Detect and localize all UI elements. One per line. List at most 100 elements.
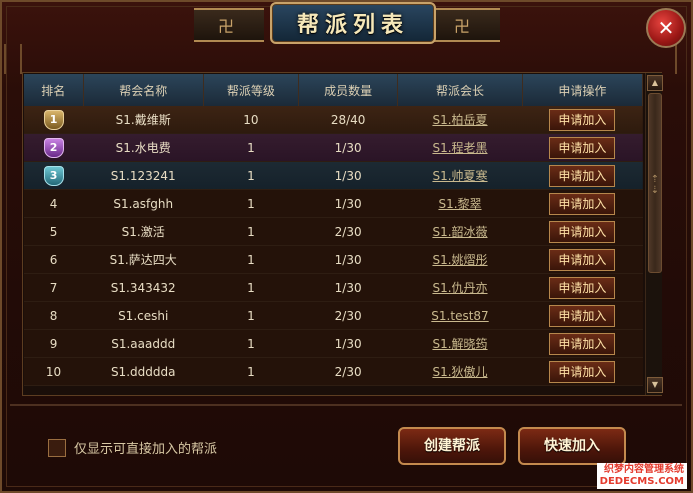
apply-join-button[interactable]: 申请加入 bbox=[549, 192, 616, 215]
rank-cell: 2 bbox=[24, 133, 84, 162]
divider bbox=[10, 404, 682, 406]
member-count-cell: 1/30 bbox=[298, 161, 398, 190]
table-row: 9 S1.aaaddd 1 1/30 S1.解晓筠 申请加入 bbox=[24, 329, 643, 358]
watermark-line2: DEDECMS.COM bbox=[599, 476, 684, 487]
apply-join-button[interactable]: 申请加入 bbox=[549, 276, 616, 299]
guild-leader-link[interactable]: S1.柏岳夏 bbox=[432, 113, 487, 127]
guild-leader-cell: S1.仇丹亦 bbox=[397, 273, 523, 302]
apply-join-button[interactable]: 申请加入 bbox=[549, 108, 616, 131]
apply-join-button[interactable]: 申请加入 bbox=[549, 164, 616, 187]
table-row: 7 S1.343432 1 1/30 S1.仇丹亦 申请加入 bbox=[24, 273, 643, 302]
guild-level-cell: 1 bbox=[203, 301, 299, 330]
apply-action-cell: 申请加入 bbox=[522, 357, 643, 386]
watermark: 织梦内容管理系统 DEDECMS.COM bbox=[596, 463, 687, 489]
table-row: 3 S1.123241 1 1/30 S1.帅夏寒 申请加入 bbox=[24, 161, 643, 190]
guild-level-cell: 1 bbox=[203, 161, 299, 190]
guild-name-cell: S1.戴维斯 bbox=[83, 106, 204, 134]
guild-name-cell: S1.343432 bbox=[83, 273, 204, 302]
guild-leader-cell: S1.解晓筠 bbox=[397, 329, 523, 358]
apply-join-button[interactable]: 申请加入 bbox=[549, 248, 616, 271]
guild-leader-link[interactable]: S1.test87 bbox=[431, 309, 488, 323]
guild-level-cell: 1 bbox=[203, 133, 299, 162]
table-row: 6 S1.萨达四大 1 1/30 S1.姚熠彤 申请加入 bbox=[24, 245, 643, 274]
member-count-cell: 1/30 bbox=[298, 329, 398, 358]
table-row: 5 S1.激活 1 2/30 S1.韶冰薇 申请加入 bbox=[24, 217, 643, 246]
apply-join-button[interactable]: 申请加入 bbox=[549, 332, 616, 355]
guild-level-cell: 1 bbox=[203, 217, 299, 246]
guild-leader-link[interactable]: S1.帅夏寒 bbox=[432, 169, 487, 183]
table-row: 10 S1.ddddda 1 2/30 S1.狄傲儿 申请加入 bbox=[24, 357, 643, 386]
rank-cell: 9 bbox=[24, 329, 84, 358]
guild-leader-cell: S1.狄傲儿 bbox=[397, 357, 523, 386]
guild-leader-link[interactable]: S1.韶冰薇 bbox=[432, 225, 487, 239]
member-count-cell: 2/30 bbox=[298, 217, 398, 246]
apply-action-cell: 申请加入 bbox=[522, 245, 643, 274]
left-crest-ornament bbox=[194, 8, 264, 42]
guild-level-cell: 1 bbox=[203, 329, 299, 358]
close-icon: ✕ bbox=[657, 16, 675, 40]
guild-leader-cell: S1.韶冰薇 bbox=[397, 217, 523, 246]
guild-name-cell: S1.ddddda bbox=[83, 357, 204, 386]
title-plate: 帮派列表 bbox=[270, 2, 436, 44]
rank-cell: 6 bbox=[24, 245, 84, 274]
member-count-cell: 2/30 bbox=[298, 301, 398, 330]
scroll-down-button[interactable]: ▼ bbox=[647, 377, 663, 393]
header-guild-level: 帮派等级 bbox=[203, 74, 299, 106]
guild-name-cell: S1.ceshi bbox=[83, 301, 204, 330]
window-title: 帮派列表 bbox=[296, 12, 409, 38]
create-guild-button[interactable]: 创建帮派 bbox=[398, 427, 506, 465]
table-row: 4 S1.asfghh 1 1/30 S1.黎翠 申请加入 bbox=[24, 189, 643, 218]
chevron-up-icon: ▲ bbox=[651, 78, 659, 87]
grip-icon: ⇡ ⇣ bbox=[650, 174, 660, 196]
apply-action-cell: 申请加入 bbox=[522, 301, 643, 330]
member-count-cell: 2/30 bbox=[298, 357, 398, 386]
guild-leader-link[interactable]: S1.姚熠彤 bbox=[432, 253, 487, 267]
header-guild-name: 帮会名称 bbox=[83, 74, 204, 106]
rank-cell: 10 bbox=[24, 357, 84, 386]
header-rank: 排名 bbox=[24, 74, 84, 106]
guild-leader-link[interactable]: S1.狄傲儿 bbox=[432, 365, 487, 379]
rank-cell: 3 bbox=[24, 161, 84, 190]
guild-level-cell: 1 bbox=[203, 273, 299, 302]
guild-leader-link[interactable]: S1.仇丹亦 bbox=[432, 281, 487, 295]
list-scrollbar[interactable]: ▲ ⇡ ⇣ ▼ bbox=[645, 73, 663, 395]
filter-checkbox[interactable] bbox=[48, 438, 66, 457]
guild-leader-cell: S1.姚熠彤 bbox=[397, 245, 523, 274]
apply-action-cell: 申请加入 bbox=[522, 106, 643, 134]
guild-leader-cell: S1.黎翠 bbox=[397, 189, 523, 218]
guild-leader-cell: S1.test87 bbox=[397, 301, 523, 330]
apply-join-button[interactable]: 申请加入 bbox=[549, 360, 616, 383]
table-row: 1 S1.戴维斯 10 28/40 S1.柏岳夏 申请加入 bbox=[24, 106, 643, 134]
guild-name-cell: S1.123241 bbox=[83, 161, 204, 190]
apply-action-cell: 申请加入 bbox=[522, 189, 643, 218]
filter-option: 仅显示可直接加入的帮派 bbox=[48, 438, 217, 457]
scroll-thumb[interactable]: ⇡ ⇣ bbox=[648, 93, 662, 273]
apply-join-button[interactable]: 申请加入 bbox=[549, 136, 616, 159]
quick-join-button[interactable]: 快速加入 bbox=[518, 427, 626, 465]
left-ornament bbox=[4, 44, 22, 74]
header-member-count: 成员数量 bbox=[298, 74, 399, 106]
member-count-cell: 1/30 bbox=[298, 189, 398, 218]
apply-join-button[interactable]: 申请加入 bbox=[549, 220, 616, 243]
guild-leader-cell: S1.程老黑 bbox=[397, 133, 523, 162]
guild-list-panel: 排名 帮会名称 帮派等级 成员数量 帮派会长 申请操作 1 S1.戴维斯 10 28/… bbox=[22, 72, 663, 396]
table-row: 8 S1.ceshi 1 2/30 S1.test87 申请加入 bbox=[24, 301, 643, 330]
gold-medal-icon: 1 bbox=[43, 109, 64, 130]
rank-cell: 1 bbox=[24, 106, 84, 134]
close-button[interactable]: ✕ bbox=[646, 8, 686, 48]
guild-leader-link[interactable]: S1.程老黑 bbox=[432, 141, 487, 155]
guild-name-cell: S1.asfghh bbox=[83, 189, 204, 218]
guild-level-cell: 1 bbox=[203, 245, 299, 274]
apply-join-button[interactable]: 申请加入 bbox=[549, 304, 616, 327]
guild-leader-link[interactable]: S1.黎翠 bbox=[438, 197, 481, 211]
guild-name-cell: S1.aaaddd bbox=[83, 329, 204, 358]
guild-name-cell: S1.萨达四大 bbox=[83, 245, 204, 274]
member-count-cell: 28/40 bbox=[298, 106, 398, 134]
teal-medal-icon: 3 bbox=[43, 165, 64, 186]
scroll-up-button[interactable]: ▲ bbox=[647, 75, 663, 91]
guild-leader-cell: S1.帅夏寒 bbox=[397, 161, 523, 190]
guild-leader-link[interactable]: S1.解晓筠 bbox=[432, 337, 487, 351]
guild-level-cell: 1 bbox=[203, 189, 299, 218]
header-guild-leader: 帮派会长 bbox=[397, 74, 523, 106]
table-row: 2 S1.水电费 1 1/30 S1.程老黑 申请加入 bbox=[24, 133, 643, 162]
